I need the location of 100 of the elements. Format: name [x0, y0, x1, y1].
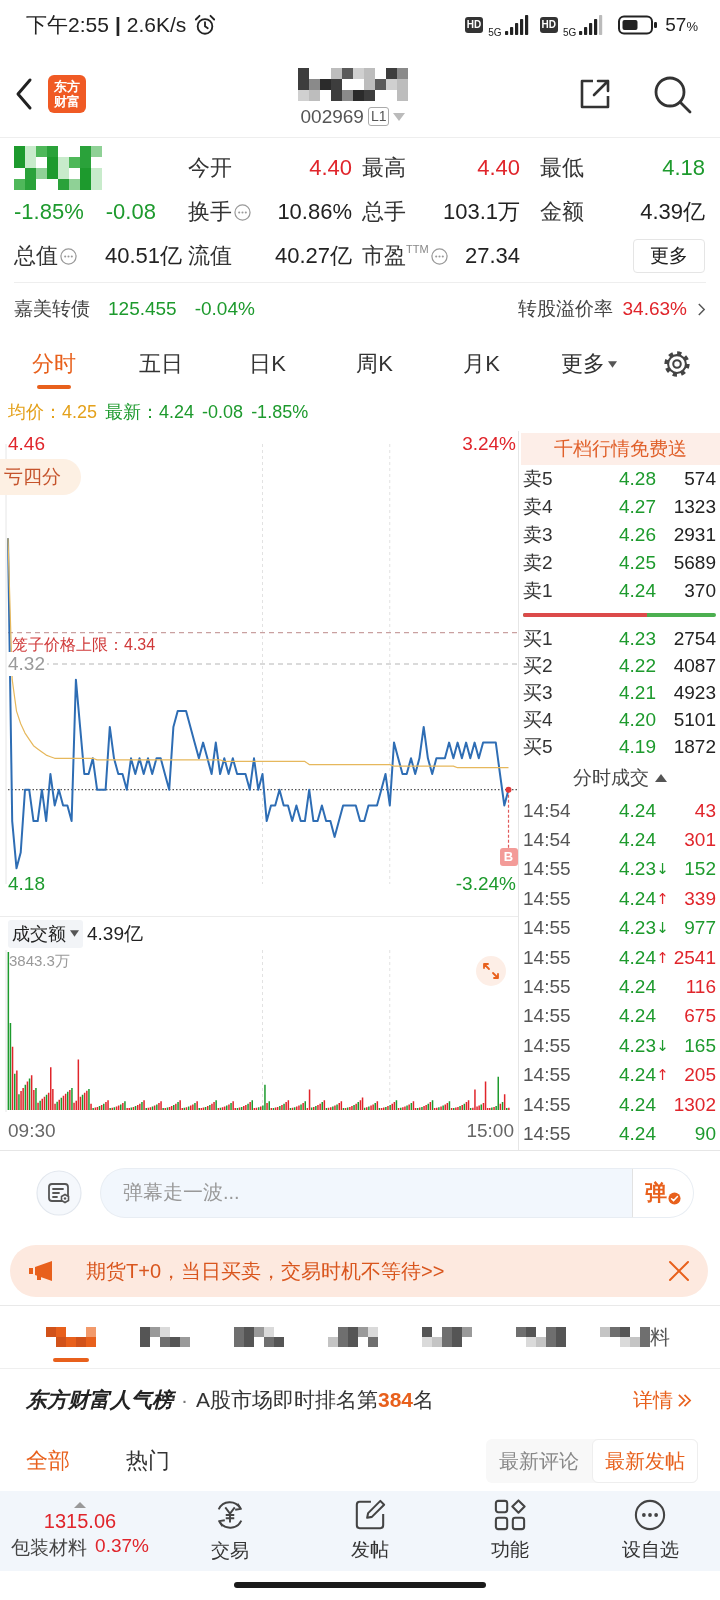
latest-price-label: 最新：	[105, 401, 160, 424]
chart-tab[interactable]: 日K	[214, 335, 321, 393]
marker-leader-line	[505, 786, 512, 849]
back-icon[interactable]	[14, 76, 34, 111]
signal-icon	[504, 15, 529, 35]
pixelated-label-drawing	[234, 1327, 284, 1347]
close-icon[interactable]	[668, 1260, 690, 1282]
bid-price: 4.20	[618, 708, 656, 731]
caret-down-icon	[607, 360, 617, 368]
direction-arrow: ↓	[656, 919, 669, 938]
index-value[interactable]: 1315.06	[43, 1509, 117, 1533]
battery-percent: 57%	[665, 14, 698, 36]
trades-title[interactable]: 分时成交	[572, 765, 649, 791]
stat-label: 今开	[188, 154, 232, 182]
chart-tab[interactable]: 月K	[428, 335, 535, 393]
details-link[interactable]: 详情	[633, 1386, 692, 1414]
trade-time: 14:54	[523, 829, 572, 852]
signal-icon	[579, 15, 604, 35]
direction-arrow: ↓	[656, 1036, 669, 1055]
chart-tab[interactable]: 周K	[321, 335, 428, 393]
post-tab[interactable]: 热门	[126, 1446, 170, 1476]
stat-label: 金额	[540, 198, 584, 226]
metric-dropdown[interactable]: 成交额	[8, 919, 83, 948]
stat-value: 40.51亿	[104, 242, 182, 270]
ask-price: 4.28	[618, 468, 656, 490]
info-dots-icon[interactable]	[60, 247, 77, 265]
latest-change-percent: -1.85%	[251, 401, 309, 423]
trade-volume: 152	[683, 858, 716, 881]
stat-value: 10.86%	[277, 199, 352, 225]
nav-item[interactable]: 交易	[160, 1491, 300, 1571]
bond-change: -0.04%	[194, 298, 255, 320]
trade-price: 4.24	[618, 946, 656, 969]
hd-badge: HD	[539, 17, 558, 33]
nav-item[interactable]: 功能	[440, 1491, 580, 1571]
direction-arrow: ↓	[656, 860, 669, 879]
pixelated-label-drawing	[422, 1327, 472, 1347]
bid-volume: 4087	[672, 654, 716, 677]
trade-volume: 977	[683, 917, 716, 940]
stat-label: 总值	[14, 242, 58, 270]
comment-input[interactable]: 弹幕走一波...	[100, 1167, 632, 1218]
trade-volume: 205	[683, 1064, 716, 1087]
ask-level-label: 卖3	[523, 523, 554, 547]
caret-up-icon[interactable]	[654, 774, 667, 782]
nav-item[interactable]: 发帖	[300, 1491, 440, 1571]
bid-volume: 1872	[672, 735, 716, 758]
ask-price: 4.27	[618, 496, 656, 518]
check-badge-icon	[668, 1192, 681, 1205]
trade-price: 4.24	[618, 1005, 656, 1028]
more-button[interactable]: 更多	[633, 239, 705, 273]
trade-time: 14:55	[523, 946, 572, 969]
latest-change: -0.08	[202, 401, 244, 423]
bond-name: 嘉美转债	[14, 297, 90, 321]
trade-time: 14:55	[523, 1093, 572, 1116]
ask-level-label: 卖4	[523, 495, 554, 519]
index-name[interactable]: 包装材料	[11, 1534, 88, 1561]
ask-level-label: 卖1	[523, 579, 554, 603]
trade-volume: 43	[693, 799, 716, 822]
info-dots-icon[interactable]	[234, 203, 251, 221]
stat-label: 最低	[540, 154, 584, 182]
stat-label: 换手	[188, 198, 232, 226]
stat-value: 103.1万	[442, 198, 520, 226]
strategy-tag[interactable]: 亏四分	[0, 459, 81, 495]
ask-volume: 2931	[672, 524, 716, 546]
chart-tab[interactable]: 更多	[535, 335, 642, 393]
trade-price: 4.24	[618, 829, 656, 852]
trade-volume: 339	[683, 887, 716, 910]
bid-level-label: 买3	[523, 680, 554, 705]
change-amount: -0.08	[105, 199, 156, 225]
time-axis-label: 09:30	[8, 1120, 56, 1143]
info-dots-icon[interactable]	[430, 247, 448, 265]
stat-label: 流值	[188, 242, 232, 270]
document-settings-icon[interactable]	[36, 1169, 82, 1216]
latest-price-value: 4.24	[159, 401, 195, 423]
trade-price: 4.24	[618, 1064, 656, 1087]
percent-axis-label: -3.24%	[455, 872, 516, 896]
trade-price: 4.24	[618, 976, 656, 999]
chevron-right-icon[interactable]	[697, 301, 706, 317]
nav-item[interactable]: 设自选	[580, 1491, 720, 1571]
index-change[interactable]: 0.37%	[95, 1534, 149, 1561]
expand-icon[interactable]	[476, 956, 506, 987]
stat-label: 市盈$^{TTM}$	[362, 242, 429, 270]
chart-tab[interactable]: 五日	[107, 335, 214, 393]
stat-value: 4.40	[309, 155, 352, 181]
status-separator: |	[114, 13, 121, 37]
time-axis-label: 15:00	[466, 1120, 514, 1143]
trade-price: 4.23	[618, 1034, 656, 1057]
edit-icon	[354, 1499, 386, 1531]
trade-price: 4.24	[618, 799, 656, 822]
section-tab[interactable]: 料	[588, 1306, 682, 1368]
bid-level-label: 买4	[523, 707, 554, 732]
stat-value: 4.40	[477, 155, 520, 181]
stat-label: 总手	[362, 198, 406, 226]
settings-icon[interactable]	[662, 349, 692, 379]
price-axis-label: 4.32	[8, 652, 47, 676]
trade-time: 14:55	[523, 976, 572, 999]
status-time: 下午2:55	[26, 12, 109, 38]
ask-price: 4.24	[618, 580, 656, 602]
battery-icon	[618, 15, 659, 35]
trade-price: 4.23	[618, 858, 656, 881]
direction-arrow: ↑	[656, 1066, 669, 1085]
